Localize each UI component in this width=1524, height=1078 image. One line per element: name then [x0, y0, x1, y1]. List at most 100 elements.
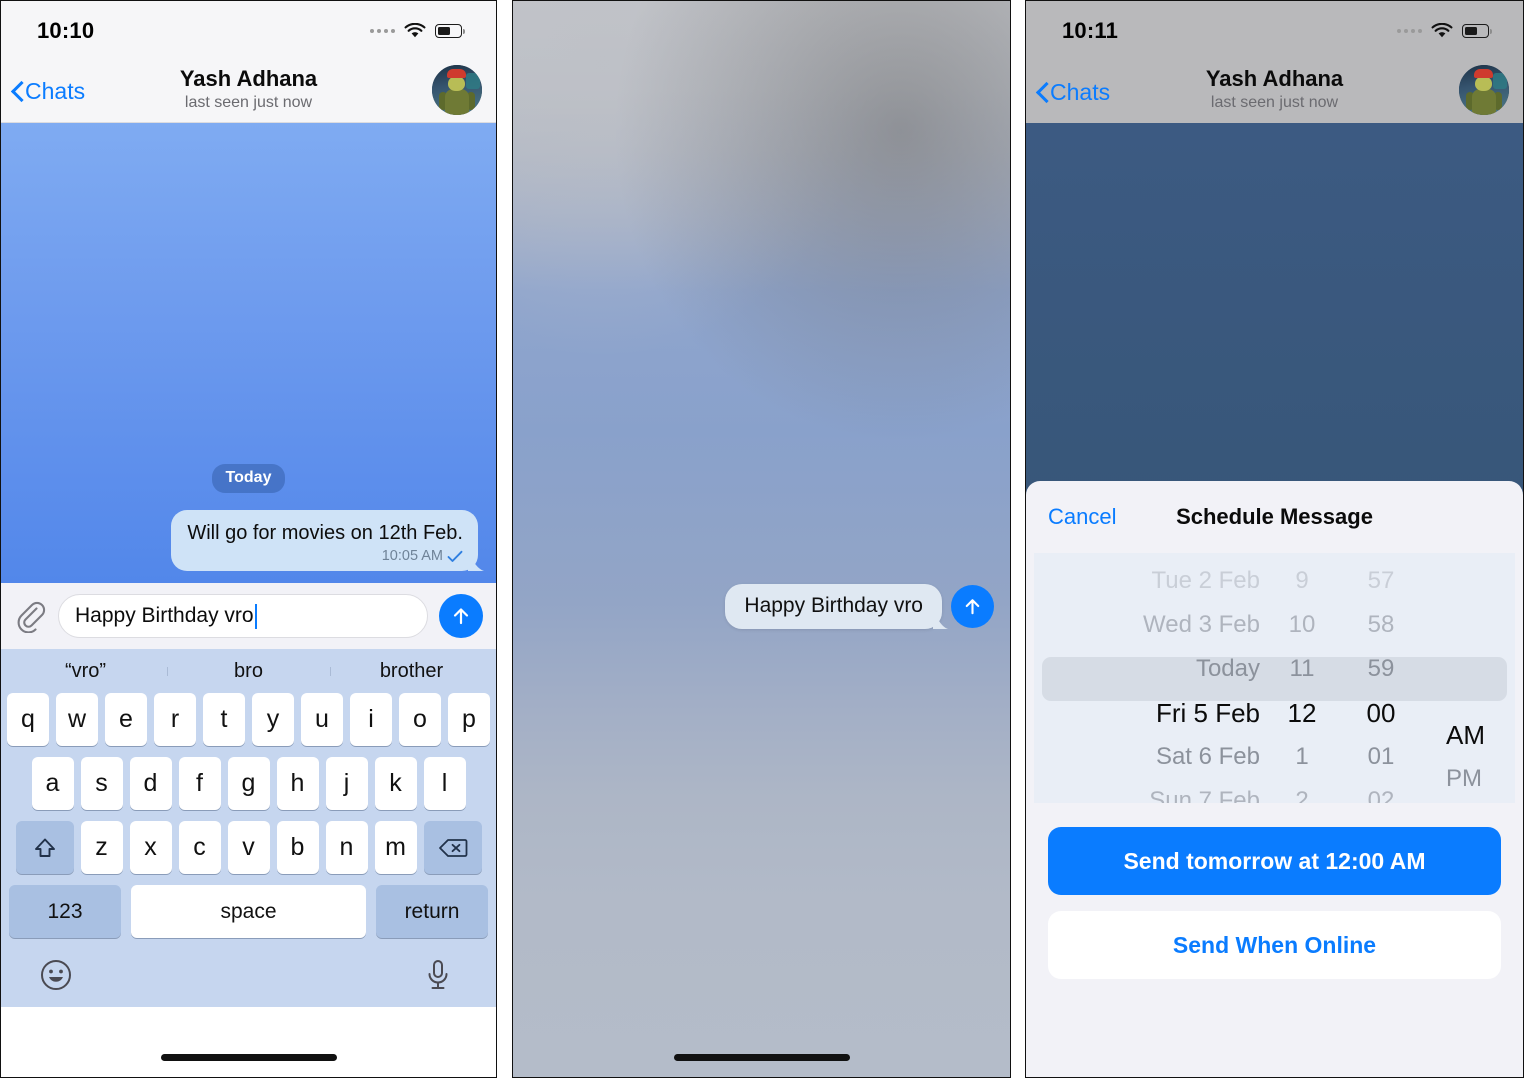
picker-meridiem-option[interactable]: PM — [1446, 757, 1482, 801]
battery-icon — [1462, 24, 1492, 38]
message-input-value: Happy Birthday vro — [75, 604, 254, 627]
datetime-picker[interactable]: Mon 1 Feb Tue 2 Feb Wed 3 Feb Today Fri … — [1034, 553, 1515, 803]
keyboard-row-4: 123 space return — [4, 885, 493, 938]
picker-minute-selected[interactable]: 00 — [1367, 691, 1396, 735]
picker-minute-option[interactable]: 59 — [1368, 647, 1395, 691]
pending-message-bubble[interactable]: Happy Birthday vro — [725, 584, 942, 629]
paperclip-icon[interactable] — [13, 599, 47, 634]
shift-key[interactable] — [15, 821, 74, 874]
key-b[interactable]: b — [276, 821, 319, 874]
sheet-header: Cancel Schedule Message — [1026, 481, 1523, 553]
send-scheduled-button[interactable]: Send tomorrow at 12:00 AM — [1048, 827, 1501, 895]
picker-minute-option[interactable]: 02 — [1368, 779, 1395, 803]
key-j[interactable]: j — [325, 757, 368, 810]
picker-date-option[interactable]: Sun 7 Feb — [1149, 779, 1260, 803]
key-g[interactable]: g — [227, 757, 270, 810]
key-f[interactable]: f — [178, 757, 221, 810]
key-k[interactable]: k — [374, 757, 417, 810]
chevron-left-icon — [11, 82, 22, 101]
key-e[interactable]: e — [105, 693, 147, 746]
key-r[interactable]: r — [154, 693, 196, 746]
send-button[interactable] — [951, 585, 994, 628]
keyboard-bottom-bar — [4, 947, 493, 1007]
nav-bar: Chats Yash Adhana last seen just now — [1026, 61, 1523, 123]
backspace-key[interactable] — [423, 821, 482, 874]
key-i[interactable]: i — [350, 693, 392, 746]
picker-column-minute[interactable]: 56 57 58 59 00 01 02 03 — [1338, 559, 1424, 803]
contact-avatar[interactable] — [432, 65, 482, 115]
picker-hour-option[interactable]: 11 — [1290, 647, 1315, 691]
key-m[interactable]: m — [374, 821, 417, 874]
key-z[interactable]: z — [80, 821, 123, 874]
picker-hour-option[interactable]: 2 — [1295, 779, 1308, 803]
prediction-0[interactable]: “vro” — [4, 660, 167, 683]
picker-hour-option[interactable]: 1 — [1295, 735, 1308, 779]
message-input[interactable]: Happy Birthday vro — [58, 594, 428, 638]
outgoing-message-bubble[interactable]: Will go for movies on 12th Feb. 10:05 AM — [171, 510, 478, 571]
picker-minute-option[interactable]: 58 — [1368, 603, 1395, 647]
keyboard-row-1: q w e r t y u i o p — [4, 693, 493, 746]
status-time: 10:11 — [1062, 18, 1119, 43]
key-w[interactable]: w — [56, 693, 98, 746]
back-to-chats-button[interactable]: Chats — [11, 78, 85, 105]
key-x[interactable]: x — [129, 821, 172, 874]
shift-arrow-icon — [34, 838, 55, 857]
message-time: 10:05 AM — [381, 548, 443, 564]
picker-date-selected[interactable]: Fri 5 Feb — [1156, 691, 1260, 735]
key-o[interactable]: o — [399, 693, 441, 746]
picker-hour-option[interactable]: 10 — [1289, 603, 1316, 647]
key-d[interactable]: d — [129, 757, 172, 810]
status-indicators — [370, 23, 465, 39]
key-p[interactable]: p — [448, 693, 490, 746]
picker-date-option[interactable]: Wed 3 Feb — [1143, 603, 1260, 647]
sheet-actions: Send tomorrow at 12:00 AM Send When Onli… — [1026, 803, 1523, 979]
blurred-chat-background — [513, 1, 1010, 1077]
key-c[interactable]: c — [178, 821, 221, 874]
key-l[interactable]: l — [423, 757, 466, 810]
picker-column-date[interactable]: Mon 1 Feb Tue 2 Feb Wed 3 Feb Today Fri … — [1034, 559, 1266, 803]
chevron-left-icon — [1036, 83, 1047, 102]
day-separator: Today — [1, 464, 496, 493]
backspace-icon — [438, 838, 467, 857]
back-to-chats-button[interactable]: Chats — [1036, 79, 1110, 106]
prediction-2[interactable]: brother — [330, 660, 493, 683]
key-t[interactable]: t — [203, 693, 245, 746]
numeric-key[interactable]: 123 — [9, 885, 121, 938]
key-n[interactable]: n — [325, 821, 368, 874]
key-a[interactable]: a — [31, 757, 74, 810]
keyboard-row-2: a s d f g h j k l — [4, 757, 493, 810]
message-text: Will go for movies on 12th Feb. — [187, 522, 463, 544]
picker-meridiem-selected[interactable]: AM — [1446, 713, 1485, 757]
picker-hour-selected[interactable]: 12 — [1288, 691, 1317, 735]
message-row: Will go for movies on 12th Feb. 10:05 AM — [1, 510, 496, 571]
three-panel-screenshot: 10:10 Chats Yash Adhana last seen just n… — [0, 0, 1524, 1078]
send-button[interactable] — [439, 594, 483, 638]
picker-minute-option[interactable]: 01 — [1368, 735, 1395, 779]
key-u[interactable]: u — [301, 693, 343, 746]
key-s[interactable]: s — [80, 757, 123, 810]
picker-column-hour[interactable]: 8 9 10 11 12 1 2 3 — [1266, 559, 1338, 803]
key-y[interactable]: y — [252, 693, 294, 746]
picker-date-option[interactable]: Tue 2 Feb — [1151, 559, 1260, 603]
cancel-button[interactable]: Cancel — [1048, 504, 1116, 530]
send-when-online-button[interactable]: Send When Online — [1048, 911, 1501, 979]
picker-date-option[interactable]: Today — [1196, 647, 1260, 691]
home-indicator — [673, 1054, 850, 1061]
key-q[interactable]: q — [7, 693, 49, 746]
picker-column-meridiem[interactable]: AM PM — [1424, 559, 1515, 803]
home-indicator — [160, 1054, 337, 1061]
contact-avatar[interactable] — [1459, 65, 1509, 115]
key-h[interactable]: h — [276, 757, 319, 810]
return-key[interactable]: return — [376, 885, 488, 938]
emoji-smiley-icon[interactable] — [39, 958, 73, 997]
picker-minute-option[interactable]: 57 — [1368, 559, 1395, 603]
microphone-icon[interactable] — [423, 958, 453, 997]
phone-panel-context-menu: Happy Birthday vro Send Without Sound Sc… — [512, 0, 1011, 1078]
space-key[interactable]: space — [131, 885, 366, 938]
key-v[interactable]: v — [227, 821, 270, 874]
prediction-1[interactable]: bro — [167, 660, 330, 683]
back-label: Chats — [25, 78, 86, 104]
status-time: 10:10 — [37, 18, 95, 43]
picker-date-option[interactable]: Sat 6 Feb — [1156, 735, 1260, 779]
picker-hour-option[interactable]: 9 — [1295, 559, 1308, 603]
